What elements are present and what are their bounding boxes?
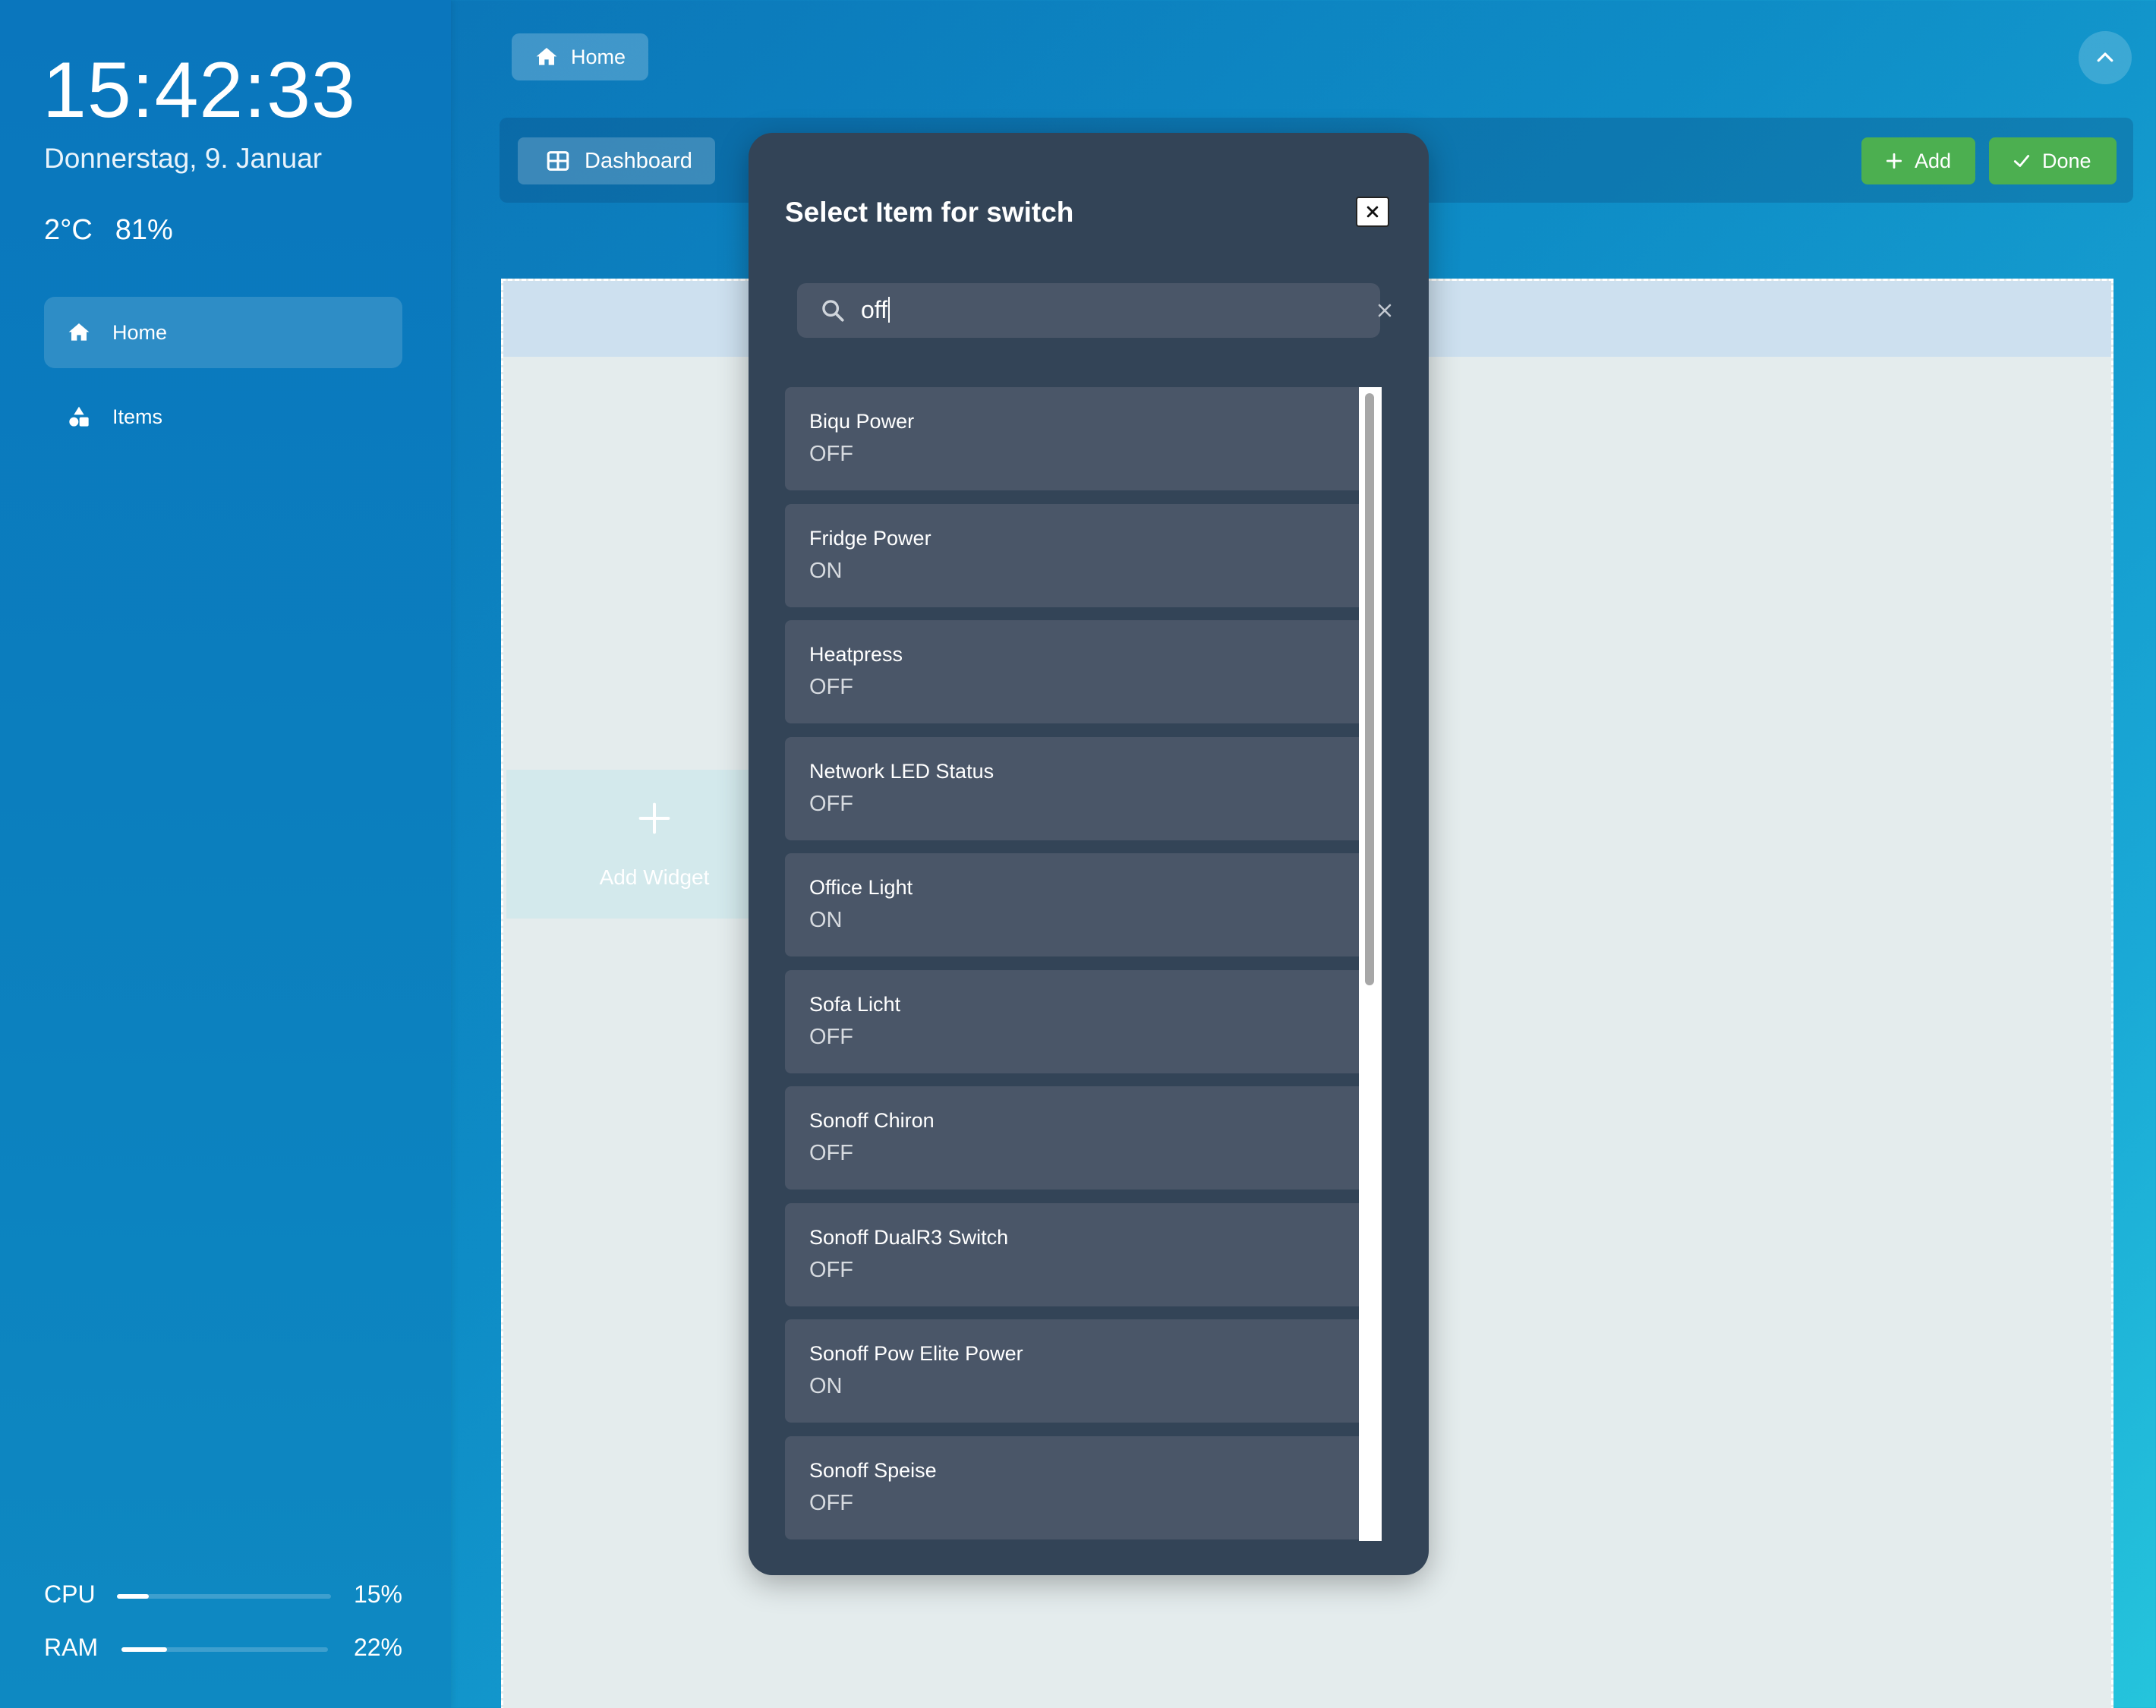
dashboard-button[interactable]: Dashboard xyxy=(518,137,715,184)
item-state: OFF xyxy=(809,1257,853,1282)
item-name: Sonoff DualR3 Switch xyxy=(809,1225,1009,1249)
search-input[interactable]: off xyxy=(797,283,1392,338)
done-label: Done xyxy=(2042,149,2091,172)
sidebar: 15:42:33 Donnerstag, 9. Januar 2°C 81% Ho… xyxy=(0,0,451,1708)
sidebar-item-items[interactable]: Items xyxy=(44,381,402,452)
breadcrumb-home[interactable]: Home xyxy=(512,33,648,80)
search-value: off xyxy=(861,296,890,324)
item-state: OFF xyxy=(809,1024,853,1049)
sidebar-item-home[interactable]: Home xyxy=(44,297,402,368)
chevron-up-icon xyxy=(2097,52,2113,62)
scrollbar[interactable] xyxy=(1359,387,1382,1541)
search-icon xyxy=(822,300,844,322)
breadcrumb-label: Home xyxy=(571,45,626,68)
item-state: OFF xyxy=(809,442,853,466)
item-name: Office Light xyxy=(809,876,913,899)
item-name: Fridge Power xyxy=(809,526,931,550)
list-item[interactable]: Sonoff Pow Elite Power ON xyxy=(785,1319,1370,1423)
item-state: OFF xyxy=(809,1490,853,1515)
ram-value: 22% xyxy=(353,1634,402,1661)
modal-title: Select Item for switch xyxy=(785,197,1074,228)
select-item-modal: Select Item for switch off Biqu Power OFF… xyxy=(749,133,1429,1575)
sidebar-item-label: Items xyxy=(112,405,163,428)
cpu-stat: CPU 15% xyxy=(44,1580,402,1611)
weather: 2°C 81% xyxy=(44,214,196,247)
humidity: 81% xyxy=(115,214,173,246)
list-item[interactable]: Sonoff Chiron OFF xyxy=(785,1086,1370,1190)
item-name: Biqu Power xyxy=(809,410,915,433)
item-state: ON xyxy=(809,1374,843,1398)
item-state: ON xyxy=(809,908,843,932)
sidebar-item-label: Home xyxy=(112,320,168,344)
home-icon xyxy=(68,323,90,341)
list-item[interactable]: Fridge Power ON xyxy=(785,503,1370,607)
ram-label: RAM xyxy=(44,1634,99,1661)
item-list: Biqu Power OFF Fridge Power ON Heatpress OFF N… xyxy=(785,387,1374,1541)
clock: 15:42:33 xyxy=(43,46,356,134)
text-caret xyxy=(888,297,890,323)
list-item[interactable]: Office Light ON xyxy=(785,853,1370,956)
list-item[interactable]: Network LED Status OFF xyxy=(785,736,1370,840)
cpu-bar xyxy=(117,1594,331,1599)
plus-icon xyxy=(638,802,670,834)
close-button[interactable] xyxy=(1356,197,1389,227)
item-name: Heatpress xyxy=(809,643,903,666)
list-item[interactable]: Sofa Licht OFF xyxy=(785,969,1370,1073)
done-button[interactable]: Done xyxy=(1989,137,2117,184)
item-name: Sonoff Chiron xyxy=(809,1109,935,1132)
list-item[interactable]: Sonoff DualR3 Switch OFF xyxy=(785,1202,1370,1306)
list-item[interactable]: Sonoff Speise OFF xyxy=(785,1435,1370,1539)
ram-bar xyxy=(121,1647,328,1652)
item-state: OFF xyxy=(809,1141,853,1165)
grid-icon xyxy=(547,151,569,171)
clear-icon[interactable] xyxy=(1376,301,1394,320)
item-state: OFF xyxy=(809,675,853,699)
temperature: 2°C xyxy=(44,214,93,246)
search-text: off xyxy=(861,296,887,323)
item-name: Sonoff Pow Elite Power xyxy=(809,1342,1023,1365)
list-item[interactable]: Heatpress OFF xyxy=(785,620,1370,723)
item-state: OFF xyxy=(809,791,853,816)
dashboard-label: Dashboard xyxy=(585,148,692,173)
add-button[interactable]: Add xyxy=(1861,137,1975,184)
ram-stat: RAM 22% xyxy=(44,1634,402,1664)
items-icon xyxy=(69,406,89,427)
scrollbar-thumb[interactable] xyxy=(1365,393,1374,985)
list-item[interactable]: Biqu Power OFF xyxy=(785,387,1370,490)
cpu-bar-fill xyxy=(117,1594,149,1599)
date: Donnerstag, 9. Januar xyxy=(44,143,323,174)
plus-icon xyxy=(1886,153,1902,169)
check-icon xyxy=(2013,155,2030,167)
add-label: Add xyxy=(1915,149,1952,172)
home-icon xyxy=(536,48,557,65)
item-state: ON xyxy=(809,558,843,583)
item-name: Sonoff Speise xyxy=(809,1458,937,1482)
collapse-button[interactable] xyxy=(2079,31,2132,84)
item-name: Sofa Licht xyxy=(809,992,901,1016)
cpu-value: 15% xyxy=(353,1580,402,1608)
item-name: Network LED Status xyxy=(809,759,994,783)
cpu-label: CPU xyxy=(44,1580,96,1608)
ram-bar-fill xyxy=(121,1647,167,1652)
close-icon xyxy=(1366,206,1379,218)
